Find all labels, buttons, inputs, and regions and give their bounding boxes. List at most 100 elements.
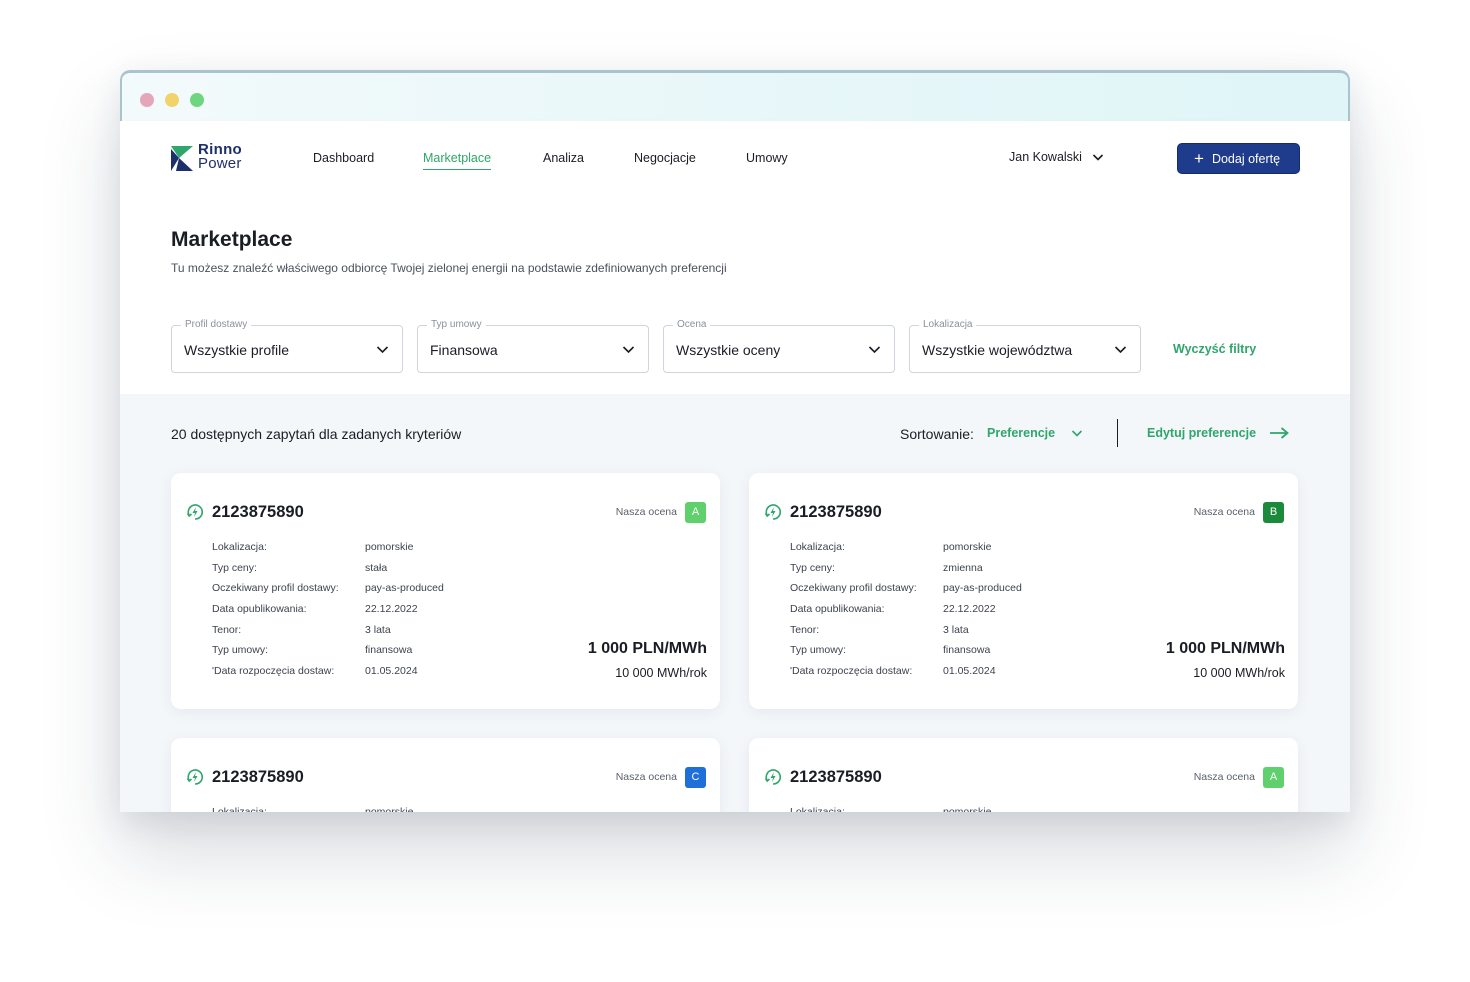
add-offer-label: Dodaj ofertę [1211,151,1281,166]
rating-badge: B [1263,502,1284,523]
rating-label: Nasza ocena [615,506,677,518]
sort-dropdown[interactable]: Preferencje [987,426,1055,440]
screenshot-stage: Rinno Power Dashboard Marketplace Analiz… [0,0,1470,982]
results-count: 20 dostępnych zapytań dla zadanych kryte… [171,426,462,442]
filter-location[interactable]: Lokalizacja Wszystkie województwa [909,319,1141,373]
top-navbar: Rinno Power Dashboard Marketplace Analiz… [120,121,1350,196]
sort-label: Sortowanie: [900,426,974,442]
offer-card[interactable]: 2123875890 Nasza ocena A Lokalizacja: pom… [749,738,1298,812]
filter-label: Ocena [673,319,711,330]
chevron-down-icon [868,346,881,354]
window-close-dot[interactable] [140,93,154,107]
detail-label: Data opublikowania: [790,603,885,616]
arrow-right-icon[interactable] [1269,427,1289,439]
logo-line-2: Power [198,155,242,172]
offer-id: 2123875890 [212,768,304,786]
offer-volume: 10 000 MWh/rok [1193,666,1285,680]
offer-id: 2123875890 [212,503,304,521]
offer-card[interactable]: 2123875890 Nasza ocena C Lokalizacja: pom… [171,738,720,812]
rating-label: Nasza ocena [1193,506,1255,518]
nav-item-marketplace[interactable]: Marketplace [423,151,492,170]
nav-item-analiza[interactable]: Analiza [543,151,584,165]
detail-value: 22.12.2022 [943,603,996,616]
rating-badge: C [685,767,706,788]
filter-value: Finansowa [430,342,498,358]
detail-label: Oczekiwany profil dostawy: [790,582,917,595]
offer-id: 2123875890 [790,503,882,521]
logo-wordmark: Rinno Power [198,142,242,172]
detail-value: finansowa [365,644,413,657]
filter-rating[interactable]: Ocena Wszystkie oceny [663,319,895,373]
window-minimize-dot[interactable] [165,93,179,107]
detail-label: Typ umowy: [790,644,847,657]
chevron-down-icon[interactable] [1092,153,1104,162]
rinno-power-logo[interactable]: Rinno Power [171,142,251,174]
detail-label: Tenor: [790,623,820,636]
detail-label: Lokalizacja: [212,806,267,812]
nav-item-dashboard[interactable]: Dashboard [313,151,374,165]
offer-card[interactable]: 2123875890 Nasza ocena B Lokalizacja: pom… [749,473,1298,709]
green-energy-icon [764,504,782,520]
detail-label: 'Data rozpoczęcia dostaw: [212,665,335,678]
detail-value: zmienna [943,561,983,574]
add-offer-button[interactable]: + Dodaj ofertę [1177,143,1300,174]
toolbar-divider [1117,419,1118,447]
green-energy-icon [764,769,782,785]
detail-value: 01.05.2024 [943,665,996,678]
detail-label: Lokalizacja: [212,541,267,553]
user-menu[interactable]: Jan Kowalski [1009,150,1082,164]
rating-badge: A [1263,767,1284,788]
logo-mark-icon [171,146,193,171]
filter-delivery-profile[interactable]: Profil dostawy Wszystkie profile [171,319,403,373]
nav-item-negocjacje[interactable]: Negocjacje [634,151,696,165]
filter-label: Typ umowy [427,319,486,330]
detail-value: pomorskie [365,806,414,812]
plus-icon: + [1194,149,1204,168]
green-energy-icon [186,504,204,520]
detail-label: Lokalizacja: [790,806,845,812]
filter-contract-type[interactable]: Typ umowy Finansowa [417,319,649,373]
chevron-down-icon [622,346,635,354]
detail-value: pay-as-produced [365,582,444,595]
detail-label: Lokalizacja: [790,541,845,553]
detail-value: 22.12.2022 [365,603,418,616]
rating-badge: A [685,502,706,523]
green-energy-icon [186,769,204,785]
detail-label: Data opublikowania: [212,603,307,616]
detail-value: 3 lata [943,623,969,636]
detail-label: Typ ceny: [212,561,257,574]
detail-label: Typ umowy: [212,644,269,657]
detail-value: 01.05.2024 [365,665,418,678]
page-subtitle: Tu możesz znaleźć właściwego odbiorcę Tw… [171,261,727,275]
detail-value: pay-as-produced [943,582,1022,595]
filters-panel: Marketplace Tu możesz znaleźć właściwego… [120,196,1350,394]
filter-value: Wszystkie oceny [676,342,781,358]
detail-value: pomorskie [943,806,992,812]
chevron-down-icon [1114,346,1127,354]
detail-value: pomorskie [943,541,992,553]
offer-id: 2123875890 [790,768,882,786]
page-title: Marketplace [171,228,293,251]
detail-value: pomorskie [365,541,414,553]
offer-card[interactable]: 2123875890 Nasza ocena A Lokalizacja: pom… [171,473,720,709]
rating-label: Nasza ocena [1193,771,1255,783]
filter-value: Wszystkie profile [184,342,290,358]
offer-price: 1 000 PLN/MWh [1165,640,1285,657]
filter-label: Lokalizacja [919,319,977,330]
detail-value: 3 lata [365,623,391,636]
edit-preferences-link[interactable]: Edytuj preferencje [1147,426,1256,440]
app-window: Rinno Power Dashboard Marketplace Analiz… [120,70,1350,812]
offer-volume: 10 000 MWh/rok [615,666,707,680]
detail-value: stała [365,561,388,574]
window-titlebar [120,70,1350,121]
nav-item-umowy[interactable]: Umowy [746,151,788,165]
detail-label: Tenor: [212,623,242,636]
detail-label: 'Data rozpoczęcia dostaw: [790,665,913,678]
rating-label: Nasza ocena [615,771,677,783]
filter-value: Wszystkie województwa [922,342,1073,358]
window-maximize-dot[interactable] [190,93,204,107]
detail-value: finansowa [943,644,991,657]
filter-label: Profil dostawy [181,319,252,330]
clear-filters-link[interactable]: Wyczyść filtry [1173,342,1256,356]
chevron-down-icon[interactable] [1071,429,1083,438]
